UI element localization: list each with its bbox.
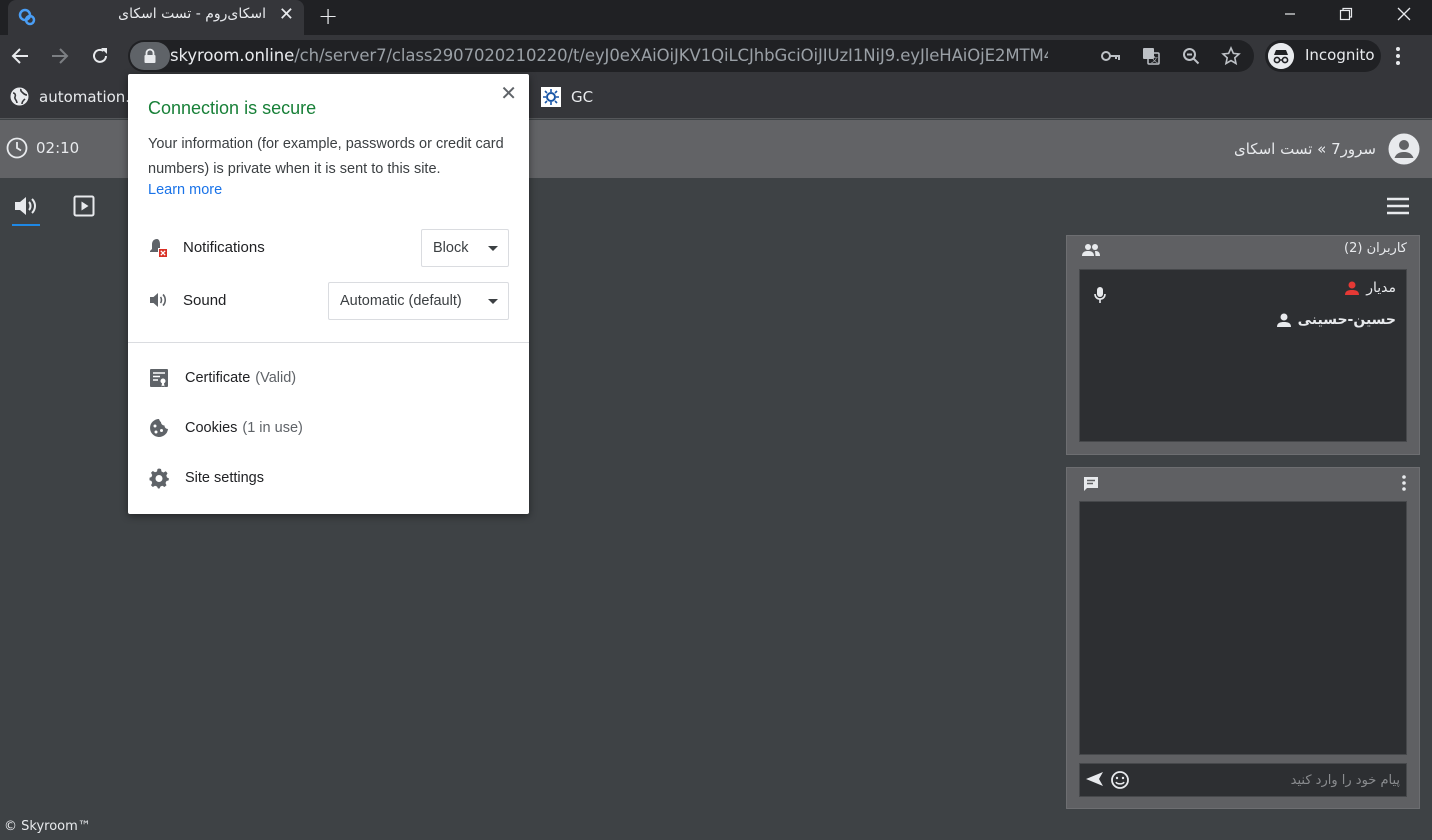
certificate-label: Certificate xyxy=(185,370,251,386)
window-restore-icon[interactable] xyxy=(1326,0,1366,28)
tab-title: اسکای‌روم - تست اسکای xyxy=(118,6,266,22)
chat-messages xyxy=(1079,501,1407,755)
users-panel: کاربران (2) مدیار حسین-حسینی xyxy=(1066,235,1420,455)
svg-text:文: 文 xyxy=(1151,55,1158,64)
browser-tab[interactable]: اسکای‌روم - تست اسکای ✕ xyxy=(8,0,304,35)
address-bar[interactable]: skyroom.online/ch/server7/class290702021… xyxy=(128,40,1254,72)
session-timer: 02:10 xyxy=(6,137,79,159)
timer-text: 02:10 xyxy=(36,139,80,157)
site-info-popup: ✕ Connection is secure Your information … xyxy=(128,74,529,514)
connection-description: Your information (for example, passwords… xyxy=(148,136,504,177)
chat-message-input[interactable] xyxy=(1130,764,1400,796)
bookmark-gc[interactable]: GC xyxy=(541,87,593,107)
bookmark-automation[interactable]: automation.fi xyxy=(10,87,140,106)
permission-label: Sound xyxy=(183,292,227,309)
user-list-item[interactable]: مدیار xyxy=(1344,280,1396,296)
skyroom-favicon-icon xyxy=(18,8,36,26)
microphone-icon[interactable] xyxy=(1094,286,1106,304)
permission-sound: Sound Automatic (default) xyxy=(148,282,509,320)
lock-icon[interactable] xyxy=(130,42,170,70)
divider xyxy=(128,342,529,343)
chat-composer xyxy=(1079,763,1407,797)
chat-options-icon[interactable] xyxy=(1402,475,1406,491)
notifications-blocked-icon xyxy=(150,239,167,257)
media-toolbar xyxy=(12,192,98,226)
site-settings-row[interactable]: Site settings xyxy=(148,463,264,493)
user-list-item[interactable]: حسین-حسینی xyxy=(1276,312,1396,328)
window-minimize-icon[interactable] xyxy=(1270,0,1310,28)
clock-icon xyxy=(6,137,28,159)
footer-copyright: © Skyroom™ xyxy=(4,819,91,834)
back-arrow-icon[interactable] xyxy=(8,44,32,68)
permission-label: Notifications xyxy=(183,239,265,256)
globe-icon xyxy=(10,87,29,106)
sound-icon xyxy=(150,293,167,307)
users-list: مدیار حسین-حسینی xyxy=(1079,269,1407,442)
forward-arrow-icon[interactable] xyxy=(48,44,72,68)
window-close-icon[interactable] xyxy=(1384,0,1424,28)
certificate-icon xyxy=(150,369,168,387)
cookies-count: (1 in use) xyxy=(242,420,303,436)
account-avatar-icon[interactable] xyxy=(1388,133,1420,165)
close-icon[interactable]: ✕ xyxy=(500,84,517,104)
bookmark-star-icon[interactable] xyxy=(1221,46,1241,66)
url-host: skyroom.online xyxy=(170,46,295,65)
emoji-icon[interactable] xyxy=(1110,770,1130,790)
notifications-select[interactable]: Block xyxy=(421,229,509,267)
users-group-icon xyxy=(1082,244,1100,256)
play-video-icon[interactable] xyxy=(70,192,98,220)
users-panel-header: کاربران (2) xyxy=(1067,236,1419,266)
learn-more-link[interactable]: Learn more xyxy=(148,182,222,198)
speaker-icon[interactable] xyxy=(12,192,40,226)
gear-icon xyxy=(149,468,169,489)
bookmark-label: GC xyxy=(571,88,594,106)
certificate-row[interactable]: Certificate (Valid) xyxy=(148,363,296,393)
user-name: حسین-حسینی xyxy=(1297,312,1396,328)
chat-panel xyxy=(1066,467,1420,809)
incognito-badge[interactable]: Incognito xyxy=(1265,40,1381,72)
connection-secure-title: Connection is secure xyxy=(148,98,317,118)
send-icon[interactable] xyxy=(1084,770,1104,788)
select-value: Automatic (default) xyxy=(340,293,462,309)
room-title: سرور7 » تست اسکای xyxy=(1234,140,1376,158)
incognito-icon xyxy=(1268,43,1294,69)
new-tab-icon[interactable]: + xyxy=(318,2,338,30)
cookies-label: Cookies xyxy=(185,420,238,436)
dropdown-caret-icon xyxy=(488,246,498,251)
tab-close-icon[interactable]: ✕ xyxy=(279,4,294,25)
tab-strip: اسکای‌روم - تست اسکای ✕ + xyxy=(0,0,1432,35)
cookie-icon xyxy=(150,419,168,437)
users-panel-title: کاربران (2) xyxy=(1344,241,1407,256)
zoom-out-icon[interactable] xyxy=(1181,46,1201,66)
admin-user-icon xyxy=(1345,281,1360,295)
incognito-label: Incognito xyxy=(1305,46,1375,64)
user-name: مدیار xyxy=(1366,280,1396,296)
sound-select[interactable]: Automatic (default) xyxy=(328,282,509,320)
bookmark-label: automation.fi xyxy=(39,87,140,106)
user-icon xyxy=(1276,313,1291,327)
chat-panel-header xyxy=(1067,468,1419,498)
site-settings-label: Site settings xyxy=(185,470,264,486)
url-path: /ch/server7/class2907020210220/t/eyJ0eXA… xyxy=(294,46,1048,65)
url-text[interactable]: skyroom.online/ch/server7/class290702021… xyxy=(170,46,1048,65)
browser-menu-icon[interactable] xyxy=(1394,45,1402,67)
key-icon[interactable] xyxy=(1101,46,1121,66)
permission-notifications: Notifications Block xyxy=(148,229,509,267)
menu-icon[interactable] xyxy=(1386,196,1410,216)
select-value: Block xyxy=(433,240,469,256)
gc-favicon xyxy=(541,87,561,107)
browser-toolbar: skyroom.online/ch/server7/class290702021… xyxy=(0,35,1432,77)
certificate-status: (Valid) xyxy=(255,370,297,386)
chat-icon xyxy=(1084,477,1098,491)
cookies-row[interactable]: Cookies (1 in use) xyxy=(148,413,303,443)
reload-icon[interactable] xyxy=(88,44,112,68)
translate-icon[interactable]: 文 xyxy=(1141,46,1161,66)
dropdown-caret-icon xyxy=(488,299,498,304)
